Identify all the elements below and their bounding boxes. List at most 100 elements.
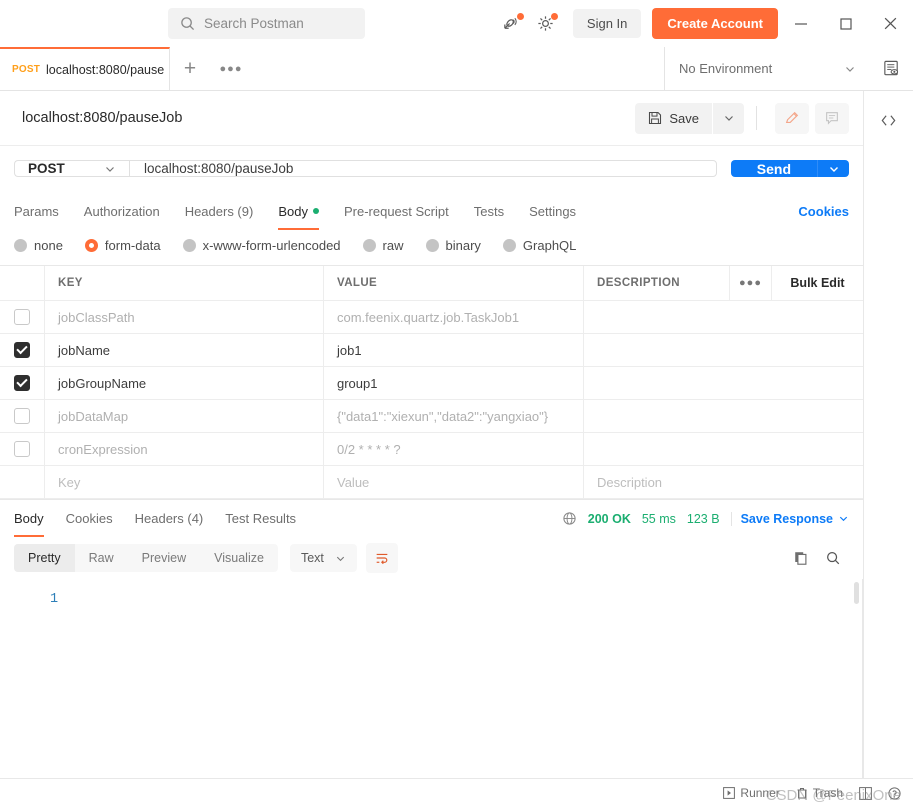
response-tab-cookies[interactable]: Cookies: [66, 500, 113, 537]
table-placeholder-row[interactable]: Key Value Description: [0, 466, 863, 499]
row-checkbox[interactable]: [14, 375, 30, 391]
table-row[interactable]: jobGroupName group1: [0, 367, 863, 400]
maximize-button[interactable]: [823, 0, 868, 47]
body-type-none[interactable]: none: [14, 238, 63, 253]
response-tab-test-results-label: Test Results: [225, 511, 297, 526]
table-row[interactable]: cronExpression 0/2 * * * * ?: [0, 433, 863, 466]
response-format-value: Text: [300, 551, 324, 565]
row-key: jobClassPath: [58, 309, 135, 325]
view-mode-preview[interactable]: Preview: [128, 544, 200, 572]
close-button[interactable]: [868, 0, 913, 47]
environment-selector[interactable]: No Environment: [665, 47, 870, 90]
response-scrollbar[interactable]: [854, 582, 859, 604]
table-row[interactable]: jobName job1: [0, 334, 863, 367]
view-mode-visualize[interactable]: Visualize: [200, 544, 278, 572]
body-type-binary[interactable]: binary: [425, 238, 481, 253]
body-type-raw[interactable]: raw: [362, 238, 404, 253]
postman-window: Search Postman Sign In Create Account PO…: [0, 0, 913, 807]
tab-tests[interactable]: Tests: [474, 192, 504, 230]
ellipsis-icon[interactable]: ●●●: [210, 47, 252, 90]
placeholder-key: Key: [58, 474, 81, 490]
view-mode-raw[interactable]: Raw: [75, 544, 128, 572]
help-icon[interactable]: [888, 786, 901, 800]
response-view-modes: Pretty Raw Preview Visualize: [14, 544, 278, 572]
row-checkbox[interactable]: [14, 441, 30, 457]
chevron-down-icon: [838, 513, 849, 524]
copy-icon[interactable]: [793, 550, 809, 566]
minimize-button[interactable]: [778, 0, 823, 47]
line-number: 1: [50, 592, 59, 607]
radio-icon: [502, 239, 516, 252]
floppy-disk-icon: [648, 111, 662, 125]
view-mode-pretty[interactable]: Pretty: [14, 544, 75, 572]
bulk-edit-button[interactable]: Bulk Edit: [772, 266, 863, 300]
table-row[interactable]: jobClassPath com.feenix.quartz.job.TaskJ…: [0, 301, 863, 334]
tab-authorization[interactable]: Authorization: [84, 192, 160, 230]
runner-button[interactable]: Runner: [723, 786, 780, 800]
response-tab-headers[interactable]: Headers (4): [135, 500, 204, 537]
trash-button[interactable]: Trash: [796, 786, 843, 800]
environment-quick-look-icon[interactable]: [870, 47, 913, 90]
table-header-row: KEY VALUE DESCRIPTION ●●● Bulk Edit: [0, 266, 863, 301]
save-response-button[interactable]: Save Response: [730, 511, 849, 526]
chevron-down-icon: [844, 63, 856, 75]
comment-icon[interactable]: [815, 102, 849, 134]
tab-body[interactable]: Body: [278, 192, 319, 230]
layout-icon[interactable]: [859, 786, 872, 800]
plus-icon[interactable]: +: [170, 47, 210, 90]
body-type-graphql-label: GraphQL: [522, 238, 577, 253]
radio-icon: [425, 239, 439, 252]
tab-pre-request-script[interactable]: Pre-request Script: [344, 192, 449, 230]
word-wrap-icon[interactable]: [365, 543, 398, 573]
tab-settings[interactable]: Settings: [529, 192, 576, 230]
search-input[interactable]: Search Postman: [168, 8, 365, 39]
body-has-content-dot: [312, 208, 319, 214]
request-tab[interactable]: POST localhost:8080/pause: [0, 47, 170, 90]
response-body[interactable]: 1: [0, 579, 863, 778]
row-checkbox[interactable]: [14, 309, 30, 325]
tab-params[interactable]: Params: [14, 192, 59, 230]
right-rail: [864, 91, 913, 778]
response-tab-test-results[interactable]: Test Results: [225, 500, 296, 537]
send-button-group: Send: [730, 160, 849, 177]
url-input[interactable]: localhost:8080/pauseJob: [129, 160, 717, 177]
trash-icon: [796, 787, 808, 799]
send-dropdown-button[interactable]: [817, 160, 849, 177]
body-type-form-data[interactable]: form-data: [84, 238, 161, 253]
body-type-urlencoded[interactable]: x-www-form-urlencoded: [182, 238, 341, 253]
save-dropdown-button[interactable]: [713, 102, 744, 134]
send-button[interactable]: Send: [730, 160, 817, 177]
search-placeholder: Search Postman: [204, 16, 304, 31]
trash-label: Trash: [812, 786, 843, 800]
sign-in-button[interactable]: Sign In: [572, 9, 642, 38]
save-button[interactable]: Save: [635, 102, 712, 134]
code-icon[interactable]: [872, 103, 906, 137]
body-type-binary-label: binary: [445, 238, 481, 253]
row-value: 0/2 * * * * ?: [337, 441, 401, 457]
radio-icon: [182, 239, 196, 252]
cookies-link[interactable]: Cookies: [798, 204, 849, 219]
tab-headers[interactable]: Headers (9): [185, 192, 254, 230]
row-checkbox[interactable]: [14, 342, 30, 358]
table-options-icon[interactable]: ●●●: [730, 266, 772, 300]
pencil-icon[interactable]: [775, 102, 809, 134]
request-tabs: Params Authorization Headers (9) Body Pr…: [0, 192, 863, 230]
request-header: localhost:8080/pauseJob Save: [0, 91, 863, 146]
response-tab-body[interactable]: Body: [14, 500, 44, 537]
http-method-select[interactable]: POST: [14, 160, 129, 177]
table-row[interactable]: jobDataMap {"data1":"xiexun","data2":"ya…: [0, 400, 863, 433]
save-button-group: Save: [635, 102, 744, 134]
row-key: jobName: [58, 342, 111, 358]
row-checkbox[interactable]: [14, 408, 30, 424]
search-icon[interactable]: [825, 550, 841, 566]
body-type-graphql[interactable]: GraphQL: [502, 238, 577, 253]
create-account-button[interactable]: Create Account: [652, 8, 778, 39]
chevron-down-icon: [104, 163, 116, 175]
satellite-icon[interactable]: [495, 7, 529, 41]
row-key: jobDataMap: [58, 408, 129, 424]
gear-icon[interactable]: [529, 7, 563, 41]
environment-label: No Environment: [679, 61, 773, 76]
response-format-select[interactable]: Text: [289, 544, 357, 572]
response-tab-headers-label: Headers (4): [134, 511, 204, 526]
tab-strip: POST localhost:8080/pause + ●●● No Envir…: [0, 47, 913, 91]
